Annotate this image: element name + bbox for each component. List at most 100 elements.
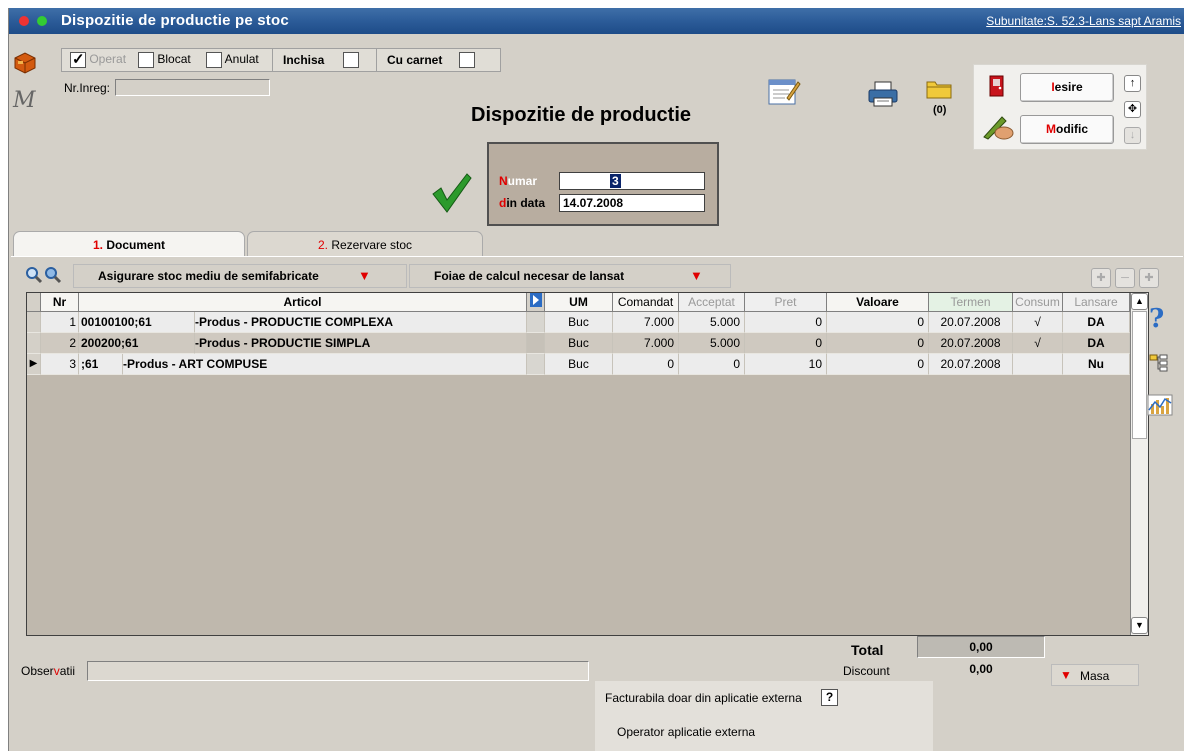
- iesire-button[interactable]: Iesire: [1020, 73, 1114, 102]
- col-termen[interactable]: Termen: [929, 293, 1013, 312]
- discount-label: Discount: [843, 664, 890, 678]
- observatii-field[interactable]: [87, 661, 589, 681]
- grid-scrollbar[interactable]: ▲ ▼: [1130, 293, 1148, 635]
- cell-articol: -Produs - PRODUCTIE COMPLEXA: [195, 312, 527, 333]
- operat-label: Operat: [89, 52, 127, 67]
- cell-lansare: DA: [1063, 333, 1130, 354]
- cell-consum: [1013, 354, 1063, 375]
- numar-hotkey: N: [499, 174, 508, 188]
- row-selector[interactable]: [27, 312, 41, 333]
- move-cross-icon[interactable]: ✥: [1124, 101, 1141, 118]
- col-lansare[interactable]: Lansare: [1063, 293, 1130, 312]
- insert-row-icon[interactable]: ✚: [1139, 268, 1159, 288]
- tree-structure-icon[interactable]: [1149, 353, 1169, 373]
- foaie-dropdown[interactable]: Foiae de calcul necesar de lansat ▼: [409, 264, 731, 288]
- tab-rezervare-num: 2.: [317, 238, 328, 252]
- cell-acceptat: 5.000: [679, 312, 745, 333]
- pen-hand-icon: [980, 113, 1016, 141]
- inchisa-group[interactable]: Inchisa: [272, 49, 376, 71]
- cell-pret: 0: [745, 312, 827, 333]
- cell-pret: 0: [745, 333, 827, 354]
- nr-inreg-field[interactable]: [115, 79, 270, 96]
- cell-valoare: 0: [827, 354, 929, 375]
- numar-text: umar: [507, 174, 538, 188]
- table-row[interactable]: ▶ 3 ;61 -Produs - ART COMPUSE Buc 0 0 10…: [27, 354, 1130, 375]
- form-title: Dispozitie de productie: [471, 104, 692, 126]
- cell-acceptat: 5.000: [679, 333, 745, 354]
- modific-button[interactable]: Modific: [1020, 115, 1114, 144]
- cu-carnet-group[interactable]: Cu carnet: [376, 49, 496, 71]
- blocat-checkbox[interactable]: Blocat: [138, 52, 191, 68]
- add-row-icon[interactable]: ✚: [1091, 268, 1111, 288]
- operator-label: Operator aplicatie externa: [617, 725, 756, 739]
- scroll-thumb[interactable]: [1132, 311, 1147, 439]
- tab-rezervare[interactable]: 2. Rezervare stoc: [247, 231, 483, 257]
- col-pret[interactable]: Pret: [745, 293, 827, 312]
- discount-value[interactable]: 0,00: [917, 660, 1045, 680]
- zoom-filter-icon[interactable]: [43, 266, 63, 284]
- main-window: Dispozitie de productie pe stoc Subunita…: [8, 8, 1184, 751]
- observatii-text-a: Obser: [21, 664, 54, 678]
- folder-icon[interactable]: [925, 76, 953, 100]
- cell-consum: √: [1013, 312, 1063, 333]
- arrow-down-icon[interactable]: ↓: [1124, 127, 1141, 144]
- inchisa-box[interactable]: [343, 52, 359, 68]
- anulat-checkbox[interactable]: Anulat: [206, 52, 259, 68]
- facturabila-checkbox[interactable]: ?: [821, 689, 838, 706]
- arrow-up-icon[interactable]: ↑: [1124, 75, 1141, 92]
- cell-consum: √: [1013, 333, 1063, 354]
- col-um[interactable]: UM: [545, 293, 613, 312]
- table-row[interactable]: 2 200200;61 -Produs - PRODUCTIE SIMPLA B…: [27, 333, 1130, 354]
- col-consum[interactable]: Consum: [1013, 293, 1063, 312]
- articles-grid[interactable]: Nr Articol UM Comandat Acceptat Pret Val…: [26, 292, 1149, 636]
- row-selector-header: [27, 293, 41, 312]
- anulat-box[interactable]: [206, 52, 222, 68]
- scroll-down-icon[interactable]: ▼: [1131, 617, 1148, 634]
- col-comandat[interactable]: Comandat: [613, 293, 679, 312]
- zoom-icon[interactable]: [25, 266, 43, 284]
- observatii-text-c: atii: [59, 664, 76, 678]
- operat-checkbox[interactable]: Operat: [70, 50, 127, 68]
- cell-expand: [527, 354, 545, 375]
- cell-lansare: Nu: [1063, 354, 1130, 375]
- title-bar: Dispozitie de productie pe stoc Subunita…: [9, 8, 1184, 34]
- chevron-down-icon: ▼: [358, 268, 371, 283]
- cell-termen: 20.07.2008: [929, 312, 1013, 333]
- operat-check-icon[interactable]: [70, 50, 86, 68]
- notepad-edit-icon[interactable]: [767, 76, 801, 106]
- blocat-box[interactable]: [138, 52, 154, 68]
- data-input[interactable]: 14.07.2008: [559, 194, 705, 212]
- scroll-up-icon[interactable]: ▲: [1131, 293, 1148, 310]
- cu-carnet-box[interactable]: [459, 52, 475, 68]
- current-row-pointer-icon[interactable]: ▶: [27, 354, 41, 375]
- chart-icon[interactable]: [1147, 394, 1173, 416]
- flags-bar: Operat Blocat Anulat Inchisa Cu carnet: [61, 48, 501, 72]
- minimize-dot-icon[interactable]: [37, 16, 47, 26]
- help-question-icon[interactable]: ?: [1149, 304, 1164, 334]
- cell-lansare: DA: [1063, 312, 1130, 333]
- row-selector[interactable]: [27, 333, 41, 354]
- numar-input[interactable]: 3: [559, 172, 705, 190]
- remove-row-icon[interactable]: ─: [1115, 268, 1135, 288]
- total-value: 0,00: [917, 636, 1045, 658]
- tab-document[interactable]: 1. Document: [13, 231, 245, 257]
- table-row[interactable]: 1 00100100;61 -Produs - PRODUCTIE COMPLE…: [27, 312, 1130, 333]
- action-panel: Iesire Modific ↑ ✥ ↓: [973, 64, 1147, 150]
- printer-icon[interactable]: [867, 80, 899, 108]
- col-acceptat[interactable]: Acceptat: [679, 293, 745, 312]
- box-icon[interactable]: [13, 50, 37, 74]
- masa-dropdown[interactable]: ▼ Masa: [1051, 664, 1139, 686]
- cell-acceptat: 0: [679, 354, 745, 375]
- subunitate-link[interactable]: Subunitate:S. 52.3-Lans sapt Aramis: [986, 14, 1181, 28]
- data-text: in data: [506, 196, 546, 210]
- anulat-label: Anulat: [224, 52, 259, 67]
- col-articol[interactable]: Articol: [79, 293, 527, 312]
- total-label: Total: [851, 642, 884, 658]
- col-valoare[interactable]: Valoare: [827, 293, 929, 312]
- col-nr[interactable]: Nr: [41, 293, 79, 312]
- cell-nr: 1: [41, 312, 79, 333]
- cell-termen: 20.07.2008: [929, 333, 1013, 354]
- asigurare-dropdown[interactable]: Asigurare stoc mediu de semifabricate ▼: [73, 264, 407, 288]
- close-dot-icon[interactable]: [19, 16, 29, 26]
- column-expand-icon[interactable]: [527, 293, 545, 312]
